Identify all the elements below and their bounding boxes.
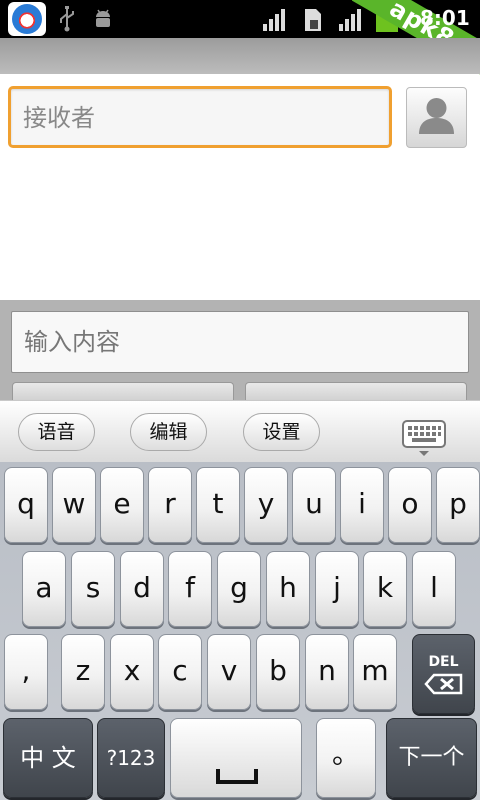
- backspace-icon: [423, 673, 462, 695]
- key-m[interactable]: m: [353, 634, 397, 710]
- key-b[interactable]: b: [256, 634, 300, 710]
- key-e[interactable]: e: [100, 467, 144, 543]
- recipient-input[interactable]: [23, 99, 377, 137]
- sim-icon: [305, 9, 321, 31]
- symbols-key[interactable]: ?123: [97, 718, 165, 798]
- language-switch-key[interactable]: 中 文: [3, 718, 93, 798]
- voice-input-button[interactable]: 语音: [18, 413, 95, 451]
- space-icon: [216, 769, 258, 784]
- key-y[interactable]: y: [244, 467, 288, 543]
- app-icon: [8, 2, 46, 36]
- key-v[interactable]: v: [207, 634, 251, 710]
- compose-field[interactable]: [11, 311, 469, 373]
- key-u[interactable]: u: [292, 467, 336, 543]
- edit-button[interactable]: 编辑: [130, 413, 207, 451]
- key-f[interactable]: f: [168, 551, 212, 627]
- next-key[interactable]: 下一个: [386, 718, 477, 798]
- key-t[interactable]: t: [196, 467, 240, 543]
- soft-keyboard: DEL 中 文 ?123 。 下一个 qwertyuiop asdfghjkl,z…: [0, 462, 480, 800]
- message-input[interactable]: [24, 324, 454, 360]
- period-key[interactable]: 。: [316, 718, 376, 798]
- key-q[interactable]: q: [4, 467, 48, 543]
- status-bar: apk8.com 8:01: [0, 0, 480, 86]
- key-n[interactable]: n: [305, 634, 349, 710]
- key-d[interactable]: d: [120, 551, 164, 627]
- key-a[interactable]: a: [22, 551, 66, 627]
- key-p[interactable]: p: [436, 467, 480, 543]
- person-icon: [419, 98, 454, 134]
- key-i[interactable]: i: [340, 467, 384, 543]
- key-s[interactable]: s: [71, 551, 115, 627]
- usb-icon: [60, 6, 74, 32]
- key-k[interactable]: k: [363, 551, 407, 627]
- android-debug-icon: [96, 9, 110, 27]
- settings-button[interactable]: 设置: [243, 413, 320, 451]
- key-c[interactable]: c: [158, 634, 202, 710]
- ime-toolbar: 语音 编辑 设置: [0, 400, 480, 463]
- space-key[interactable]: [170, 718, 302, 798]
- send-button[interactable]: [245, 382, 467, 402]
- signal-icon: [339, 9, 361, 31]
- signal-icon: [263, 9, 285, 31]
- keyboard-hide-icon[interactable]: [400, 418, 448, 458]
- attach-button[interactable]: [12, 382, 234, 402]
- key-j[interactable]: j: [315, 551, 359, 627]
- comma-key[interactable]: ,: [4, 634, 48, 710]
- key-r[interactable]: r: [148, 467, 192, 543]
- key-h[interactable]: h: [266, 551, 310, 627]
- key-w[interactable]: w: [52, 467, 96, 543]
- key-o[interactable]: o: [388, 467, 432, 543]
- recipient-field[interactable]: [8, 86, 392, 148]
- title-bar: [0, 38, 480, 74]
- key-l[interactable]: l: [412, 551, 456, 627]
- key-x[interactable]: x: [110, 634, 154, 710]
- key-z[interactable]: z: [61, 634, 105, 710]
- delete-key-label: DEL: [428, 654, 459, 670]
- key-g[interactable]: g: [217, 551, 261, 627]
- contact-picker-button[interactable]: [406, 87, 467, 148]
- delete-key[interactable]: DEL: [412, 634, 475, 714]
- battery-icon: [376, 10, 398, 32]
- clock: 8:01: [420, 6, 470, 30]
